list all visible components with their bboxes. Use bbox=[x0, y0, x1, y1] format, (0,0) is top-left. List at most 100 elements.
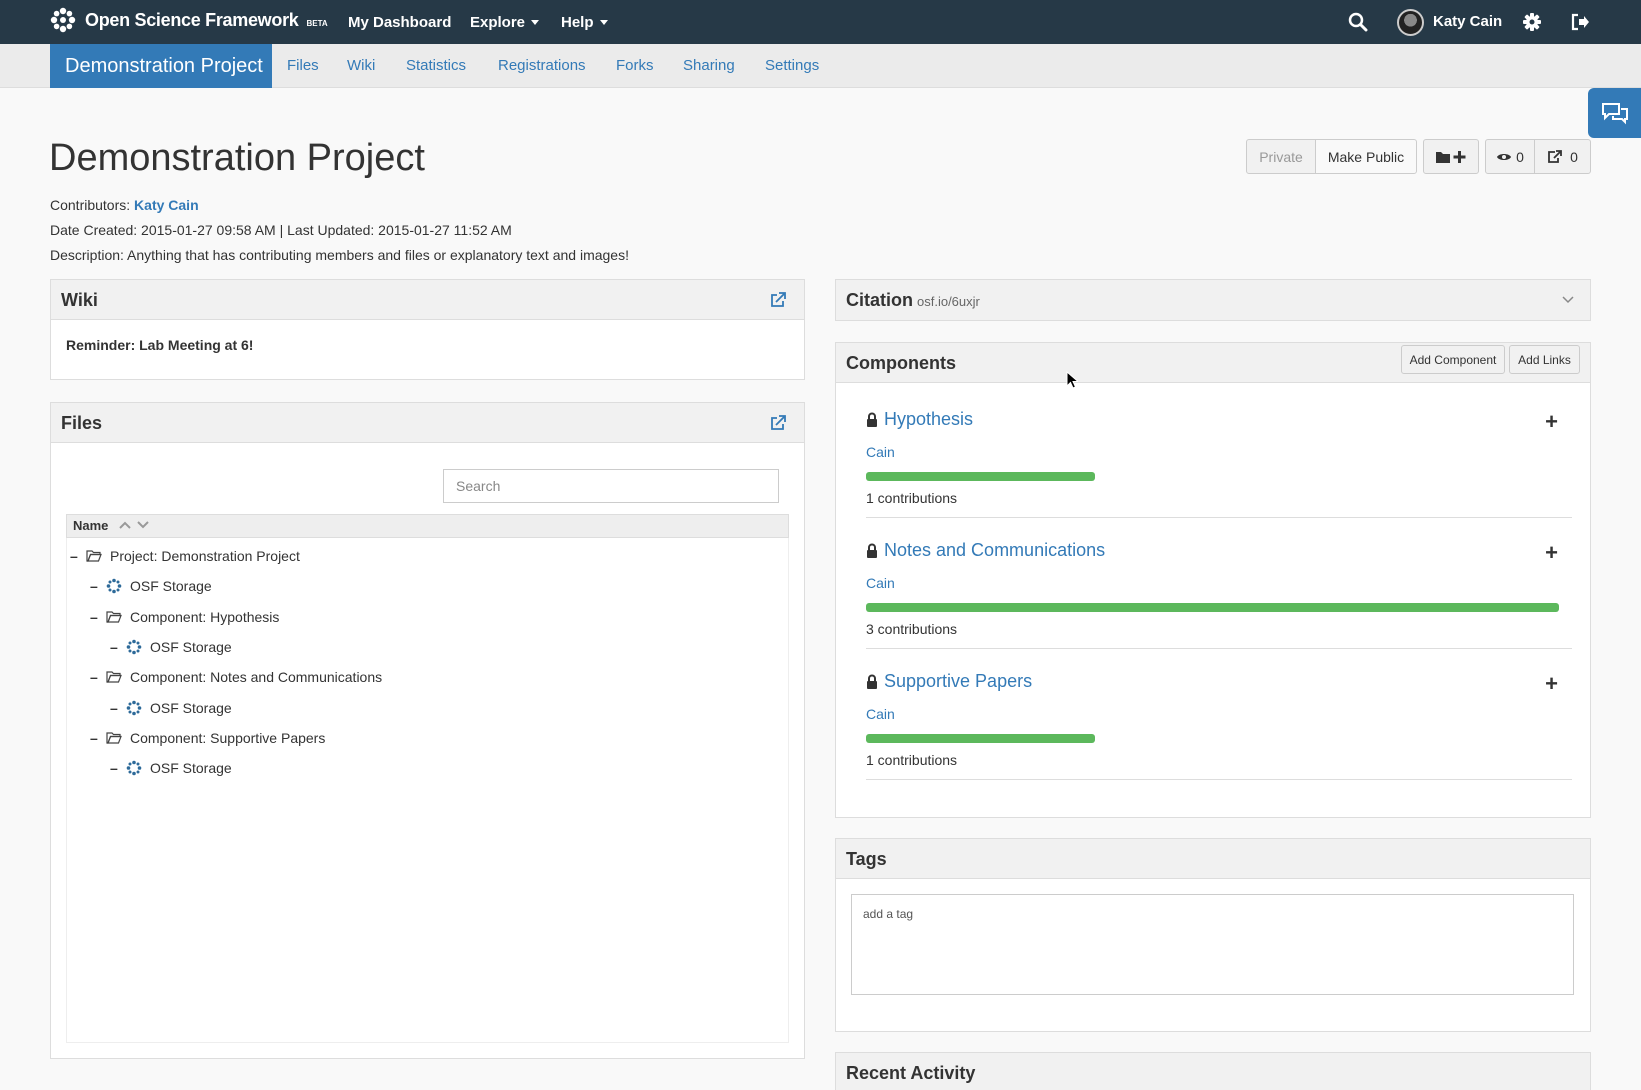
tab-project-home[interactable]: Demonstration Project bbox=[50, 44, 272, 88]
component-name: Notes and Communications bbox=[884, 540, 1106, 560]
column-name-header[interactable]: Name bbox=[73, 518, 108, 533]
tab-statistics[interactable]: Statistics bbox=[406, 44, 466, 88]
file-tree-row[interactable]: – Component: Supportive Papers bbox=[90, 727, 325, 749]
sort-asc-icon[interactable] bbox=[118, 520, 132, 530]
folder-open-icon bbox=[86, 550, 102, 562]
folder-plus-icon bbox=[1436, 150, 1466, 163]
logout-icon[interactable] bbox=[1568, 10, 1592, 34]
recent-activity-header: Recent Activity bbox=[836, 1053, 1590, 1090]
collapse-toggle[interactable]: – bbox=[90, 575, 98, 597]
component-contributor[interactable]: Cain bbox=[866, 706, 895, 722]
wiki-content: Reminder: Lab Meeting at 6! bbox=[66, 337, 254, 353]
tab-sharing[interactable]: Sharing bbox=[683, 44, 735, 88]
file-tree-row[interactable]: – OSF Storage bbox=[110, 757, 232, 779]
tab-settings[interactable]: Settings bbox=[765, 44, 819, 88]
private-button[interactable]: Private bbox=[1246, 139, 1316, 174]
file-tree-label: Component: Notes and Communications bbox=[130, 669, 383, 686]
component-title-link[interactable]: Supportive Papers bbox=[866, 671, 1032, 692]
caret-down-icon bbox=[531, 19, 540, 25]
file-tree-row[interactable]: – Project: Demonstration Project bbox=[70, 545, 300, 567]
external-link-icon[interactable] bbox=[770, 415, 786, 431]
gear-icon[interactable] bbox=[1520, 10, 1544, 34]
lock-icon bbox=[867, 412, 877, 427]
folder-open-icon bbox=[106, 671, 122, 683]
tab-forks[interactable]: Forks bbox=[616, 44, 654, 88]
file-tree-row[interactable]: – OSF Storage bbox=[110, 697, 232, 719]
component-title-link[interactable]: Notes and Communications bbox=[866, 540, 1105, 561]
component-item: Hypothesis + Cain 1 contributions bbox=[866, 409, 1572, 518]
nav-help-label: Help bbox=[561, 13, 594, 31]
file-tree-label: OSF Storage bbox=[150, 699, 232, 716]
files-grid-header: Name bbox=[66, 514, 789, 538]
tab-files[interactable]: Files bbox=[287, 44, 319, 88]
user-name[interactable]: Katy Cain bbox=[1433, 0, 1502, 44]
plus-icon[interactable]: + bbox=[1545, 540, 1558, 566]
wiki-title: Wiki bbox=[61, 290, 98, 310]
contributor-link[interactable]: Katy Cain bbox=[134, 197, 199, 213]
chevron-down-icon[interactable] bbox=[1562, 296, 1574, 304]
collapse-toggle[interactable]: – bbox=[110, 757, 118, 779]
add-links-button[interactable]: Add Links bbox=[1509, 345, 1580, 374]
tab-wiki[interactable]: Wiki bbox=[347, 44, 375, 88]
contribution-count: 1 contributions bbox=[866, 752, 958, 768]
component-title-link[interactable]: Hypothesis bbox=[866, 409, 973, 430]
folder-open-icon bbox=[106, 610, 122, 623]
collapse-toggle[interactable]: – bbox=[70, 545, 78, 567]
fork-count: 0 bbox=[1570, 148, 1578, 165]
recent-activity-title: Recent Activity bbox=[846, 1063, 976, 1083]
component-name: Hypothesis bbox=[884, 409, 974, 429]
file-tree-row[interactable]: – OSF Storage bbox=[90, 575, 212, 597]
share-icon bbox=[1548, 149, 1562, 163]
collapse-toggle[interactable]: – bbox=[90, 606, 98, 628]
collapse-toggle[interactable]: – bbox=[90, 666, 98, 688]
page-title: Demonstration Project bbox=[49, 137, 425, 179]
files-search-input[interactable] bbox=[443, 469, 779, 503]
brand-name: Open Science Framework bbox=[85, 9, 299, 30]
tab-registrations[interactable]: Registrations bbox=[498, 44, 586, 88]
wiki-panel: Wiki Reminder: Lab Meeting at 6! bbox=[50, 279, 805, 380]
search-icon[interactable] bbox=[1346, 10, 1370, 34]
components-title: Components bbox=[846, 353, 956, 373]
collapse-toggle[interactable]: – bbox=[110, 636, 118, 658]
file-tree-label: Component: Supportive Papers bbox=[130, 729, 326, 746]
make-public-button[interactable]: Make Public bbox=[1315, 139, 1417, 174]
citation-panel[interactable]: Citation osf.io/6uxjr bbox=[835, 279, 1591, 321]
component-item: Supportive Papers + Cain 1 contributions bbox=[866, 671, 1572, 780]
plus-icon[interactable]: + bbox=[1545, 671, 1558, 697]
file-tree-label: OSF Storage bbox=[130, 578, 212, 595]
nav-explore[interactable]: Explore bbox=[470, 0, 540, 44]
add-to-collection-button[interactable] bbox=[1423, 139, 1479, 174]
sort-desc-icon[interactable] bbox=[136, 520, 150, 530]
add-component-button[interactable]: Add Component bbox=[1401, 345, 1505, 374]
file-tree-row[interactable]: – Component: Notes and Communications bbox=[90, 666, 382, 688]
wiki-panel-header: Wiki bbox=[51, 280, 804, 320]
watch-button[interactable]: 0 bbox=[1485, 139, 1535, 174]
nav-explore-label: Explore bbox=[470, 13, 526, 31]
component-name: Supportive Papers bbox=[884, 671, 1033, 691]
nav-my-dashboard[interactable]: My Dashboard bbox=[348, 0, 451, 44]
brand[interactable]: Open Science Framework BETA bbox=[49, 6, 328, 34]
contributors-line: Contributors: Katy Cain bbox=[50, 197, 199, 213]
tag-input[interactable]: add a tag bbox=[851, 894, 1574, 995]
component-contributor[interactable]: Cain bbox=[866, 575, 895, 591]
component-contributor[interactable]: Cain bbox=[866, 444, 895, 460]
contribution-bar bbox=[866, 472, 1095, 481]
fork-button[interactable]: 0 bbox=[1534, 139, 1591, 174]
chat-icon bbox=[1601, 103, 1628, 125]
nav-help[interactable]: Help bbox=[561, 0, 608, 44]
file-tree-label: OSF Storage bbox=[150, 760, 232, 777]
collapse-toggle[interactable]: – bbox=[90, 727, 98, 749]
collapse-toggle[interactable]: – bbox=[110, 697, 118, 719]
contribution-count: 1 contributions bbox=[866, 490, 958, 506]
plus-icon[interactable]: + bbox=[1545, 409, 1558, 435]
beta-badge: BETA bbox=[306, 18, 328, 28]
file-tree-row[interactable]: – OSF Storage bbox=[110, 636, 232, 658]
osf-storage-icon bbox=[126, 639, 142, 655]
feedback-chat-button[interactable] bbox=[1588, 88, 1641, 138]
osf-storage-icon bbox=[126, 760, 142, 776]
file-tree-row[interactable]: – Component: Hypothesis bbox=[90, 606, 279, 628]
lock-icon bbox=[867, 543, 877, 558]
citation-link[interactable]: osf.io/6uxjr bbox=[917, 294, 980, 309]
external-link-icon[interactable] bbox=[770, 292, 786, 308]
avatar[interactable] bbox=[1397, 9, 1424, 36]
